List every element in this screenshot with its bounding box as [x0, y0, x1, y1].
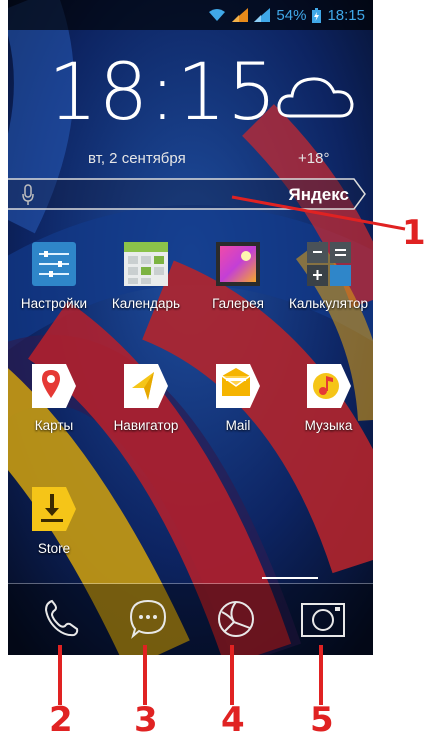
- annotation-5: 5: [310, 700, 334, 740]
- annotation-2: 2: [49, 700, 73, 740]
- annotation-3: 3: [134, 700, 158, 740]
- annotation-4: 4: [221, 700, 245, 740]
- annotation-1: 1: [402, 213, 424, 253]
- annotation-lines: [58, 195, 406, 705]
